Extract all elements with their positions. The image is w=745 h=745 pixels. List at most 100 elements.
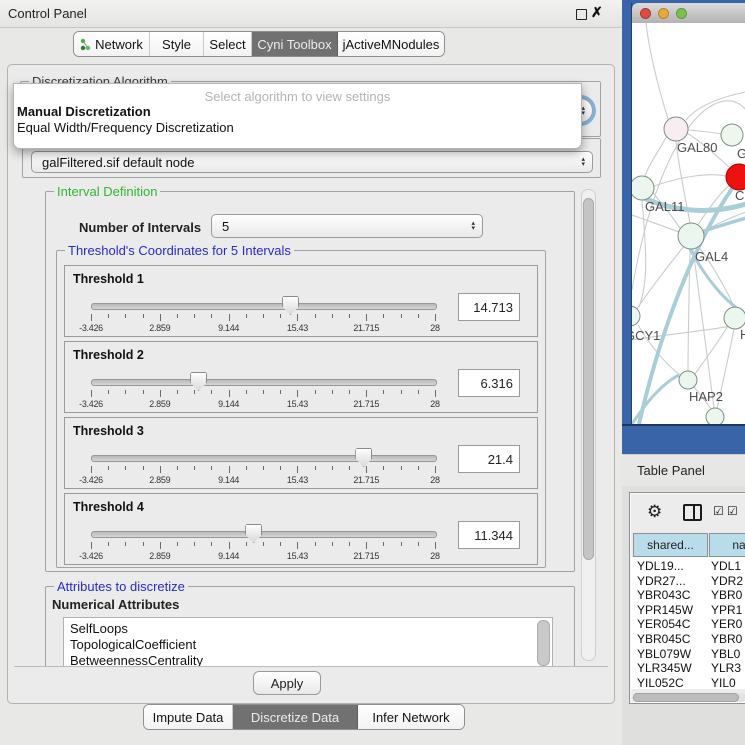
network-edge-thick[interactable]: [698, 218, 745, 233]
network-node[interactable]: [706, 408, 724, 424]
tab-network[interactable]: Network: [74, 32, 150, 56]
gear-icon[interactable]: ⚙: [647, 502, 662, 522]
split-columns-icon[interactable]: [683, 504, 702, 521]
checkbox-checked-icon[interactable]: ☑: [713, 504, 724, 518]
close-icon[interactable]: ✗: [591, 4, 603, 21]
table-cell[interactable]: YDR27...: [637, 574, 686, 588]
network-canvas[interactable]: GAL80GACGAL11GAL4GCY1HHAP2: [632, 23, 745, 424]
table-cell[interactable]: YIL0: [711, 676, 736, 689]
tab-impute-data[interactable]: Impute Data: [144, 705, 233, 729]
minimize-traffic-light-icon[interactable]: [658, 8, 669, 19]
slider-thumb[interactable]: [355, 448, 372, 467]
table-cell[interactable]: YDL19...: [637, 559, 684, 573]
table-cell[interactable]: YBR0: [711, 588, 742, 602]
table-cell[interactable]: YER0: [711, 617, 742, 631]
float-window-icon[interactable]: [576, 9, 587, 20]
tab-discretize-data[interactable]: Discretize Data: [233, 705, 358, 729]
slider-tick: [194, 466, 195, 470]
table-cell[interactable]: YIL052C: [637, 676, 684, 689]
table-horizontal-scrollbar[interactable]: [632, 693, 745, 702]
table-cell[interactable]: YDL1: [711, 559, 741, 573]
slider-thumb[interactable]: [245, 524, 262, 543]
network-node-ga[interactable]: [721, 124, 743, 146]
threshold-value-field[interactable]: 11.344: [458, 521, 520, 549]
table-cell[interactable]: YBR045C: [637, 632, 690, 646]
attributes-list-scrollbar[interactable]: [537, 620, 550, 666]
table-rows: YDL19... YDL1 YDR27... YDR2 YBR043C YBR0 YPR14…: [631, 557, 745, 689]
slider-tick-label: 2.859: [149, 399, 170, 409]
table-data-select[interactable]: galFiltered.sif default node ▴▾: [31, 151, 593, 173]
network-edge[interactable]: [639, 200, 646, 307]
network-node-gal80[interactable]: [664, 117, 688, 141]
network-edge[interactable]: [695, 326, 728, 374]
threshold-value-field[interactable]: 6.316: [458, 369, 520, 397]
network-node-label: GAL4: [695, 249, 728, 264]
table-column-header[interactable]: shared...: [633, 533, 708, 557]
table-cell[interactable]: YLR345W: [637, 661, 692, 675]
network-edge[interactable]: [688, 130, 721, 134]
tab-style[interactable]: Style: [150, 32, 204, 56]
network-edge[interactable]: [686, 92, 745, 120]
slider-tick: [108, 390, 109, 394]
tab-cyni-toolbox[interactable]: Cyni Toolbox: [252, 32, 338, 56]
numerical-attributes-list[interactable]: SelfLoopsTopologicalCoefficientBetweenne…: [63, 617, 553, 667]
slider-tick: [211, 542, 212, 546]
slider-tick: [143, 314, 144, 318]
table-cell[interactable]: YPR1: [711, 603, 742, 617]
algorithm-popup-item[interactable]: Equal Width/Frequency Discretization: [17, 120, 234, 135]
table-cell[interactable]: YLR3: [711, 661, 741, 675]
slider-tick: [194, 390, 195, 394]
slider-tick: [108, 466, 109, 470]
algorithm-popup-item[interactable]: Manual Discretization: [17, 104, 151, 119]
threshold-value-field[interactable]: 14.713: [458, 293, 520, 321]
close-traffic-light-icon[interactable]: [640, 8, 651, 19]
table-cell[interactable]: YER054C: [637, 617, 690, 631]
threshold-label: Threshold 4: [73, 500, 144, 514]
slider-track[interactable]: [91, 455, 437, 462]
network-node-gal11[interactable]: [632, 176, 654, 200]
table-cell[interactable]: YBR0: [711, 632, 742, 646]
network-node-gcy1[interactable]: [632, 306, 640, 326]
tab-select[interactable]: Select: [204, 32, 252, 56]
network-node-h[interactable]: [724, 307, 745, 329]
slider-track[interactable]: [91, 531, 437, 538]
threshold-label: Threshold 1: [73, 272, 144, 286]
tab-label: jActiveMNodules: [343, 37, 440, 52]
tab-infer-network[interactable]: Infer Network: [358, 705, 464, 729]
slider-tick: [229, 466, 230, 473]
slider-track[interactable]: [91, 303, 437, 310]
slider-tick-label: 28: [430, 399, 439, 409]
zoom-traffic-light-icon[interactable]: [676, 8, 687, 19]
table-cell[interactable]: YBL0: [711, 647, 740, 661]
network-edge[interactable]: [645, 136, 667, 176]
scrollbar-thumb[interactable]: [583, 198, 594, 560]
network-edge[interactable]: [646, 23, 668, 119]
network-edge[interactable]: [654, 175, 726, 186]
slider-thumb[interactable]: [190, 372, 207, 391]
table-cell[interactable]: YPR145W: [637, 603, 693, 617]
slider-tick: [383, 314, 384, 318]
slider-thumb[interactable]: [282, 296, 299, 315]
scrollbar-thumb[interactable]: [633, 693, 739, 702]
slider-tick: [211, 390, 212, 394]
attribute-list-item[interactable]: TopologicalCoefficient: [70, 637, 196, 652]
num-intervals-select[interactable]: 5 ▴▾: [211, 214, 483, 238]
threshold-value-field[interactable]: 21.4: [458, 445, 520, 473]
slider-tick: [263, 542, 264, 546]
slider-tick: [366, 390, 367, 397]
network-node-gal4[interactable]: [678, 223, 704, 249]
slider-tick: [315, 466, 316, 470]
network-node-hap2[interactable]: [679, 371, 697, 389]
apply-button[interactable]: Apply: [253, 671, 321, 695]
settings-vertical-scrollbar[interactable]: [581, 189, 596, 661]
attribute-list-item[interactable]: SelfLoops: [70, 621, 128, 636]
table-column-header[interactable]: na: [709, 533, 745, 557]
checkbox-checked-icon[interactable]: ☑: [727, 504, 738, 518]
table-cell[interactable]: YBL079W: [637, 647, 691, 661]
table-cell[interactable]: YDR2: [711, 574, 743, 588]
slider-track[interactable]: [91, 379, 437, 386]
slider-tick: [383, 466, 384, 470]
attribute-list-item[interactable]: BetweennessCentrality: [70, 653, 203, 667]
table-cell[interactable]: YBR043C: [637, 588, 690, 602]
tab-jactivemnodules[interactable]: jActiveMNodules: [338, 32, 444, 56]
